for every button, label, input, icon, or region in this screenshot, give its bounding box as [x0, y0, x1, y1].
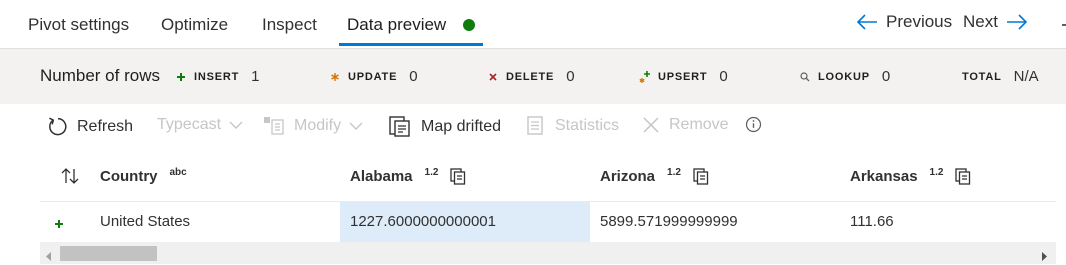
active-tab-indicator — [339, 43, 483, 46]
grid-header-row: Country abc Alabama 1.2 Arizona 1.2 Arka… — [40, 150, 1056, 202]
delete-value: 0 — [566, 68, 575, 85]
overflow-indicator — [1062, 24, 1066, 26]
modify-icon — [263, 116, 285, 136]
cell-alabama[interactable]: 1227.6000000000001 — [340, 202, 590, 242]
scrollbar-thumb[interactable] — [60, 246, 157, 261]
remove-label: Remove — [669, 116, 729, 133]
table-row[interactable]: United States 1227.6000000000001 5899.57… — [40, 202, 1056, 242]
column-name: Alabama — [350, 168, 413, 185]
delete-count: DELETE 0 — [486, 68, 575, 85]
modify-dropdown[interactable]: Modify — [263, 116, 363, 136]
upsert-value: 0 — [719, 68, 728, 85]
typecast-label: Typecast — [157, 116, 222, 133]
arrow-right-icon — [1006, 13, 1028, 31]
refresh-icon — [47, 116, 68, 137]
upsert-count: UPSERT 0 — [638, 68, 728, 85]
typecast-dropdown[interactable]: Typecast — [157, 116, 243, 134]
info-button[interactable] — [745, 116, 762, 138]
update-count: UPDATE 0 — [328, 68, 418, 85]
lookup-value: 0 — [881, 68, 891, 85]
column-type: 1.2 — [424, 167, 439, 178]
remove-button[interactable]: Remove — [642, 116, 729, 134]
arrow-left-icon — [856, 13, 878, 31]
tab-data-preview[interactable]: Data preview — [347, 15, 446, 35]
cell-arkansas[interactable]: 111.66 — [850, 202, 1050, 242]
magnifier-icon — [798, 71, 812, 82]
upsert-label: UPSERT — [658, 70, 708, 83]
column-name: Arkansas — [850, 168, 918, 185]
asterisk-icon — [328, 72, 342, 82]
statistics-icon — [526, 116, 546, 136]
statistics-label: Statistics — [555, 117, 620, 134]
lookup-label: LOOKUP — [818, 70, 870, 83]
copy-icon[interactable] — [450, 168, 466, 185]
tab-pivot-settings[interactable]: Pivot settings — [28, 15, 129, 35]
refresh-label: Refresh — [77, 117, 134, 135]
column-type: abc — [169, 167, 187, 178]
column-header-arkansas[interactable]: Arkansas 1.2 — [850, 167, 971, 185]
column-name: Arizona — [600, 168, 656, 185]
preview-toolbar: Refresh Typecast Modify Map drifted Stat… — [0, 104, 1066, 150]
map-drifted-icon — [389, 116, 412, 138]
info-icon — [745, 116, 762, 138]
column-name: Country — [100, 168, 158, 185]
live-status-dot-icon — [463, 19, 475, 31]
next-label: Next — [963, 12, 998, 31]
insert-count: INSERT 1 — [174, 68, 259, 85]
statistics-button[interactable]: Statistics — [526, 116, 619, 136]
total-value: N/A — [1013, 68, 1039, 85]
refresh-button[interactable]: Refresh — [47, 116, 133, 137]
delete-label: DELETE — [506, 70, 555, 83]
total-count: TOTAL N/A — [962, 68, 1039, 85]
column-header-country[interactable]: Country abc — [100, 167, 187, 185]
data-preview-grid: Country abc Alabama 1.2 Arizona 1.2 Arka… — [40, 150, 1056, 242]
row-counts-bar: Number of rows INSERT 1 UPDATE 0 DELETE … — [0, 48, 1066, 104]
column-header-arizona[interactable]: Arizona 1.2 — [600, 167, 709, 185]
update-label: UPDATE — [348, 70, 398, 83]
insert-label: INSERT — [194, 70, 240, 83]
previous-label: Previous — [886, 12, 953, 31]
scroll-right-arrow-icon[interactable] — [1041, 248, 1047, 265]
upsert-icon — [638, 70, 652, 84]
lookup-count: LOOKUP 0 — [798, 68, 890, 85]
cell-arizona[interactable]: 5899.571999999999 — [600, 202, 840, 242]
previous-button[interactable]: Previous — [856, 12, 952, 32]
chevron-down-icon — [349, 122, 363, 131]
tab-bar: Pivot settings Optimize Inspect Data pre… — [0, 0, 1066, 48]
cell-country[interactable]: United States — [100, 202, 340, 242]
next-button[interactable]: Next — [963, 12, 1028, 32]
x-icon — [486, 72, 500, 82]
column-type: 1.2 — [929, 167, 944, 178]
plus-icon — [174, 72, 188, 82]
insert-row-plus-icon — [54, 216, 64, 234]
copy-icon[interactable] — [955, 168, 971, 185]
insert-value: 1 — [251, 68, 260, 85]
modify-label: Modify — [294, 117, 342, 134]
tab-optimize[interactable]: Optimize — [161, 15, 228, 35]
column-header-alabama[interactable]: Alabama 1.2 — [350, 167, 466, 185]
horizontal-scrollbar[interactable] — [40, 242, 1056, 264]
copy-icon[interactable] — [693, 168, 709, 185]
update-value: 0 — [409, 68, 418, 85]
scroll-left-arrow-icon[interactable] — [46, 248, 52, 265]
map-drifted-button[interactable]: Map drifted — [389, 116, 501, 138]
total-label: TOTAL — [962, 70, 1002, 83]
tab-inspect[interactable]: Inspect — [262, 15, 317, 35]
row-counts-title: Number of rows — [40, 66, 160, 85]
close-icon — [642, 116, 660, 134]
map-drifted-label: Map drifted — [421, 118, 502, 135]
column-type: 1.2 — [667, 167, 681, 178]
chevron-down-icon — [229, 121, 243, 130]
sort-icon[interactable] — [60, 167, 80, 190]
